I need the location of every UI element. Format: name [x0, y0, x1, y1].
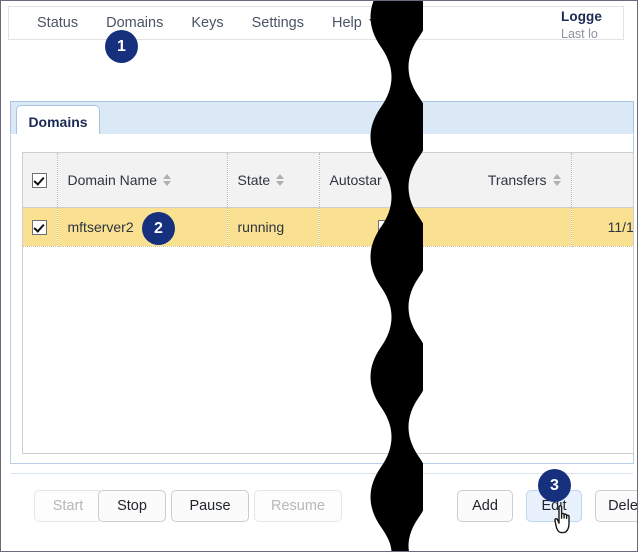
menubar-item-settings[interactable]: Settings — [238, 7, 318, 39]
table-header-transfers[interactable]: Transfers — [407, 153, 572, 208]
sort-arrows-icon — [276, 174, 285, 186]
last-login-label: Last lo — [561, 27, 598, 41]
stop-button[interactable]: Stop — [98, 490, 166, 522]
logged-in-label: Logge — [561, 9, 602, 24]
table-header-domain-name-label: Domain Name — [67, 172, 157, 188]
callout-badge-1: 1 — [105, 30, 138, 63]
menubar: Status Domains Keys Settings Help — [8, 6, 624, 40]
menubar-item-status[interactable]: Status — [23, 7, 92, 39]
table-header-row: Domain Name State Autostar Transfers Sta — [23, 153, 633, 208]
cell-transfers — [407, 207, 572, 247]
table-header-started[interactable]: Sta — [571, 153, 633, 208]
table-header-domain-name[interactable]: Domain Name — [57, 153, 228, 208]
cell-started: 11/18/2019, — [571, 207, 633, 247]
autostart-checkbox[interactable] — [377, 220, 393, 236]
sort-arrows-icon — [162, 174, 171, 186]
table-header-state-label: State — [237, 172, 271, 188]
sort-arrows-icon — [552, 174, 561, 186]
menubar-item-keys[interactable]: Keys — [177, 7, 237, 39]
callout-badge-3: 3 — [538, 469, 571, 502]
delete-button[interactable]: Dele — [595, 490, 637, 522]
cell-state: running — [227, 207, 320, 247]
table-row-mftserver2[interactable]: mftserver2 running 11/18/2019, — [23, 207, 633, 247]
row-select-checkbox[interactable] — [32, 220, 48, 236]
select-all-checkbox[interactable] — [32, 173, 48, 189]
footer-divider — [11, 473, 633, 474]
tab-strip: Domains — [10, 101, 634, 137]
row-select-cell[interactable] — [23, 207, 58, 247]
domains-table: Domain Name State Autostar Transfers Sta — [22, 152, 634, 454]
menubar-item-domains[interactable]: Domains — [92, 7, 177, 39]
table-header-state[interactable]: State — [227, 153, 320, 208]
table-header-autostart-label: Autostar — [329, 172, 382, 188]
pause-button[interactable]: Pause — [171, 490, 249, 522]
menubar-item-help-label: Help — [331, 15, 362, 31]
table-header-autostart[interactable]: Autostar — [319, 153, 408, 208]
app-window: Status Domains Keys Settings Help Logge … — [0, 0, 638, 552]
cell-autostart — [319, 207, 408, 247]
menubar-item-help[interactable]: Help — [318, 7, 393, 39]
tab-domains[interactable]: Domains — [16, 105, 100, 137]
table-header-transfers-label: Transfers — [487, 172, 547, 188]
callout-badge-2: 2 — [142, 212, 175, 245]
start-button[interactable]: Start — [34, 490, 102, 522]
chevron-down-icon — [368, 19, 379, 26]
login-info: Logge Last lo — [561, 9, 637, 41]
table-header-select-all[interactable] — [23, 153, 58, 208]
add-button[interactable]: Add — [457, 490, 513, 522]
resume-button[interactable]: Resume — [254, 490, 342, 522]
